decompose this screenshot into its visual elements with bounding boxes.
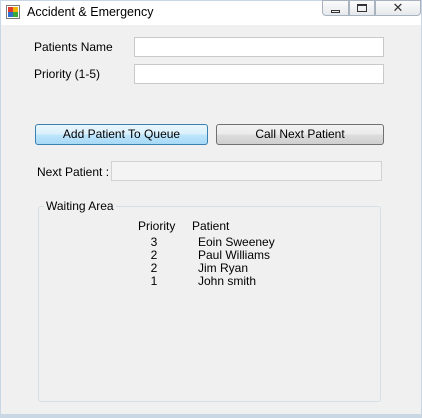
close-button[interactable]: ✕ — [375, 0, 421, 16]
list-item-patient: Paul Williams — [198, 248, 271, 262]
list-item[interactable]: 2 Paul Williams — [1, 248, 421, 262]
next-patient-field[interactable] — [111, 161, 382, 181]
window-bottom-border — [1, 414, 421, 418]
patients-name-input[interactable] — [134, 37, 384, 57]
minimize-icon — [331, 9, 340, 13]
next-patient-label: Next Patient : — [37, 165, 110, 179]
column-header-priority: Priority — [138, 219, 176, 233]
close-icon: ✕ — [392, 0, 404, 15]
list-item-patient: Jim Ryan — [198, 261, 249, 275]
list-item-patient: Eoin Sweeney — [198, 235, 275, 249]
list-item-priority: 2 — [150, 261, 158, 275]
list-item-patient: John smith — [198, 274, 257, 288]
list-item-priority: 2 — [150, 248, 158, 262]
maximize-icon — [357, 4, 367, 12]
list-item[interactable]: 3 Eoin Sweeney — [1, 235, 421, 249]
form-icon — [6, 5, 20, 19]
priority-label: Priority (1-5) — [34, 67, 101, 81]
call-next-patient-button[interactable]: Call Next Patient — [216, 124, 384, 145]
list-item[interactable]: 2 Jim Ryan — [1, 261, 421, 275]
window-title: Accident & Emergency — [27, 5, 154, 19]
title-bar[interactable]: Accident & Emergency ✕ — [1, 0, 421, 25]
add-patient-button[interactable]: Add Patient To Queue — [35, 124, 208, 145]
maximize-button[interactable] — [349, 0, 375, 16]
list-item-priority: 1 — [150, 274, 158, 288]
list-item[interactable]: 1 John smith — [1, 274, 421, 288]
main-window: Accident & Emergency ✕ Patients Name Pri… — [0, 0, 422, 418]
patients-name-label: Patients Name — [34, 40, 113, 54]
priority-input[interactable] — [134, 64, 384, 84]
minimize-button[interactable] — [322, 0, 349, 16]
list-item-priority: 3 — [150, 235, 158, 249]
column-header-patient: Patient — [192, 219, 230, 233]
waiting-area-title: Waiting Area — [44, 199, 116, 213]
